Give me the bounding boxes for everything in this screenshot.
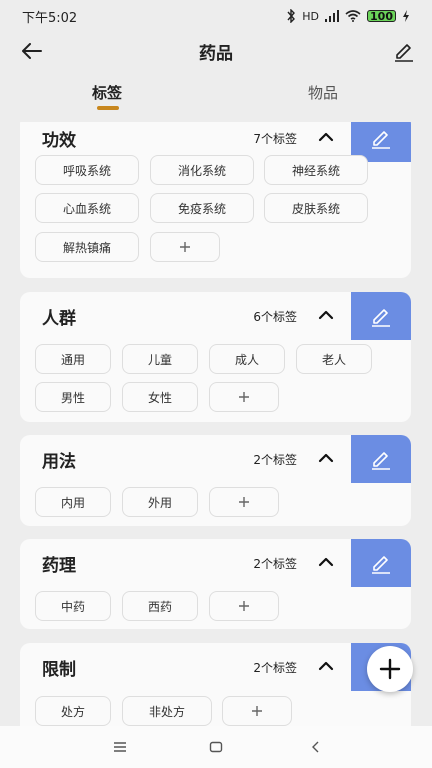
category-card: 药理 2个标签 中药 西药 [20,539,411,629]
status-time: 下午5:02 [22,10,78,26]
tag-chip[interactable]: 皮肤系统 [264,193,368,223]
add-tag-button[interactable] [222,696,292,726]
category-card: 用法 2个标签 内用 外用 [20,435,411,526]
edit-button[interactable] [390,38,418,64]
plus-icon [239,392,249,402]
tag-chip[interactable]: 中药 [35,591,111,621]
menu-icon [114,742,126,752]
page-title: 药品 [199,43,233,64]
plus-icon [252,706,262,716]
tag-chip[interactable]: 男性 [35,382,111,412]
add-tag-button[interactable] [209,487,279,517]
bluetooth-icon [287,9,296,23]
chevron-up-icon[interactable] [317,306,335,324]
tag-chip[interactable]: 儿童 [122,344,198,374]
back-button[interactable] [18,38,46,64]
tag-chip[interactable]: 通用 [35,344,111,374]
system-back-button[interactable] [305,738,325,756]
tab-indicator [97,106,119,110]
tag-chip[interactable]: 内用 [35,487,111,517]
tag-chip[interactable]: 老人 [296,344,372,374]
edit-category-button[interactable] [351,435,411,483]
tag-count: 7个标签 [253,132,297,146]
card-header: 限制 2个标签 [20,643,411,691]
card-header: 用法 2个标签 [20,435,411,483]
tag-chip[interactable]: 非处方 [122,696,212,726]
chevron-up-icon[interactable] [317,128,335,146]
tag-chip[interactable]: 神经系统 [264,155,368,185]
category-card: 功效 7个标签 呼吸系统 消化系统 神经系统 心血系统 免疫系统 皮肤系统 解热… [20,122,411,278]
add-tag-button[interactable] [209,382,279,412]
recents-button[interactable] [110,738,130,756]
tag-chip[interactable]: 外用 [122,487,198,517]
tag-count: 2个标签 [253,453,297,467]
card-header: 药理 2个标签 [20,539,411,587]
signal-icon [325,10,340,22]
network-label: HD [302,9,320,23]
pencil-icon [372,452,390,470]
category-list[interactable]: 功效 7个标签 呼吸系统 消化系统 神经系统 心血系统 免疫系统 皮肤系统 解热… [0,122,432,726]
charging-icon [403,10,409,22]
arrow-left-icon [22,43,42,59]
tag-chip[interactable]: 处方 [35,696,111,726]
edit-category-button[interactable] [351,539,411,587]
tab-bar: 标签 物品 [0,78,432,116]
chevron-up-icon[interactable] [317,657,335,675]
tag-chip[interactable]: 呼吸系统 [35,155,139,185]
tag-chip[interactable]: 女性 [122,382,198,412]
pencil-icon [372,556,390,574]
status-icons: HD 100 [286,9,410,23]
pencil-icon [372,131,390,149]
plus-icon [239,497,249,507]
app-bar: 药品 [0,32,432,70]
category-title: 人群 [42,309,76,329]
add-tag-button[interactable] [150,232,220,262]
status-bar: 下午5:02 HD 100 [0,0,432,32]
system-nav-bar [0,726,432,768]
chevron-up-icon[interactable] [317,553,335,571]
square-icon [209,741,223,753]
tab-items[interactable]: 物品 [308,82,338,103]
add-tag-button[interactable] [209,591,279,621]
tag-chip[interactable]: 心血系统 [35,193,139,223]
tag-chip[interactable]: 免疫系统 [150,193,254,223]
plus-icon [180,242,190,252]
tag-count: 6个标签 [253,310,297,324]
tag-count: 2个标签 [253,557,297,571]
battery-indicator: 100 [367,10,396,23]
card-header: 人群 6个标签 [20,292,411,340]
category-card: 人群 6个标签 通用 儿童 成人 老人 男性 女性 [20,292,411,422]
category-title: 功效 [42,131,76,151]
add-category-button[interactable] [367,646,413,692]
tag-chip[interactable]: 成人 [209,344,285,374]
tag-chip[interactable]: 解热镇痛 [35,232,139,262]
edit-category-button[interactable] [351,292,411,340]
home-button[interactable] [206,738,226,756]
plus-icon [379,658,401,680]
tag-chip[interactable]: 西药 [122,591,198,621]
pencil-icon [395,44,413,62]
category-title: 限制 [42,660,76,680]
wifi-icon [345,10,361,22]
tab-tags[interactable]: 标签 [92,82,122,103]
chevron-left-icon [312,741,319,753]
tag-count: 2个标签 [253,661,297,675]
tag-chip[interactable]: 消化系统 [150,155,254,185]
category-card: 限制 2个标签 处方 非处方 [20,643,411,726]
pencil-icon [372,309,390,327]
plus-icon [239,601,249,611]
chevron-up-icon[interactable] [317,449,335,467]
category-title: 用法 [42,452,76,472]
category-title: 药理 [42,556,76,576]
